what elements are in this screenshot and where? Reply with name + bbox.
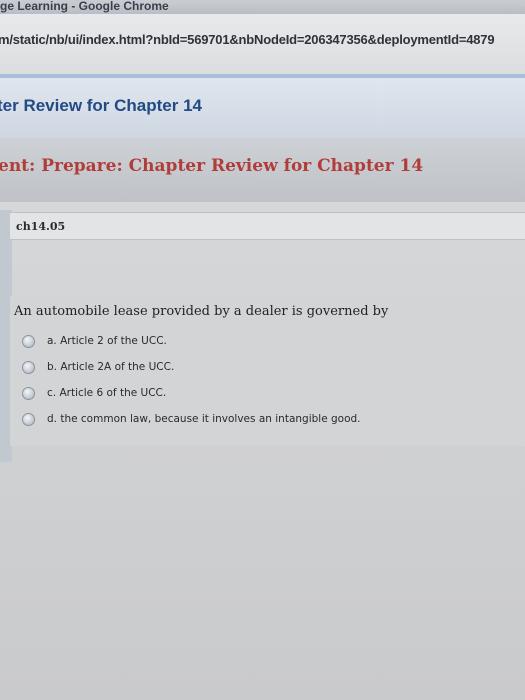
window-titlebar: ge Learning - Google Chrome: [0, 0, 525, 14]
question-panel: An automobile lease provided by a dealer…: [10, 296, 525, 446]
address-bar[interactable]: m/static/nb/ui/index.html?nbId=569701&nb…: [0, 14, 525, 75]
option-c-label[interactable]: c. Article 6 of the UCC.: [47, 387, 166, 399]
window-title: ge Learning - Google Chrome: [0, 0, 169, 13]
option-a[interactable]: a. Article 2 of the UCC.: [22, 332, 167, 350]
option-d[interactable]: d. the common law, because it involves a…: [22, 410, 361, 428]
radio-button-icon[interactable]: [22, 334, 35, 348]
page-title: ter Review for Chapter 14: [0, 96, 203, 115]
option-b-label[interactable]: b. Article 2A of the UCC.: [47, 361, 174, 373]
content-area: [0, 202, 525, 700]
radio-button-icon[interactable]: [22, 360, 35, 374]
option-b[interactable]: b. Article 2A of the UCC.: [22, 358, 174, 376]
page-header: ter Review for Chapter 14: [0, 78, 525, 139]
url-text[interactable]: m/static/nb/ui/index.html?nbId=569701&nb…: [0, 32, 495, 47]
question-id-bar: ch14.05: [10, 212, 525, 240]
option-a-label[interactable]: a. Article 2 of the UCC.: [47, 335, 167, 347]
radio-button-icon[interactable]: [22, 412, 35, 426]
question-text: An automobile lease provided by a dealer…: [14, 304, 389, 319]
assignment-header: ent: Prepare: Chapter Review for Chapter…: [0, 138, 525, 202]
question-id: ch14.05: [16, 220, 66, 233]
option-d-label[interactable]: d. the common law, because it involves a…: [47, 413, 361, 425]
assignment-title: ent: Prepare: Chapter Review for Chapter…: [0, 156, 424, 176]
radio-button-icon[interactable]: [22, 386, 35, 400]
option-c[interactable]: c. Article 6 of the UCC.: [22, 384, 166, 402]
